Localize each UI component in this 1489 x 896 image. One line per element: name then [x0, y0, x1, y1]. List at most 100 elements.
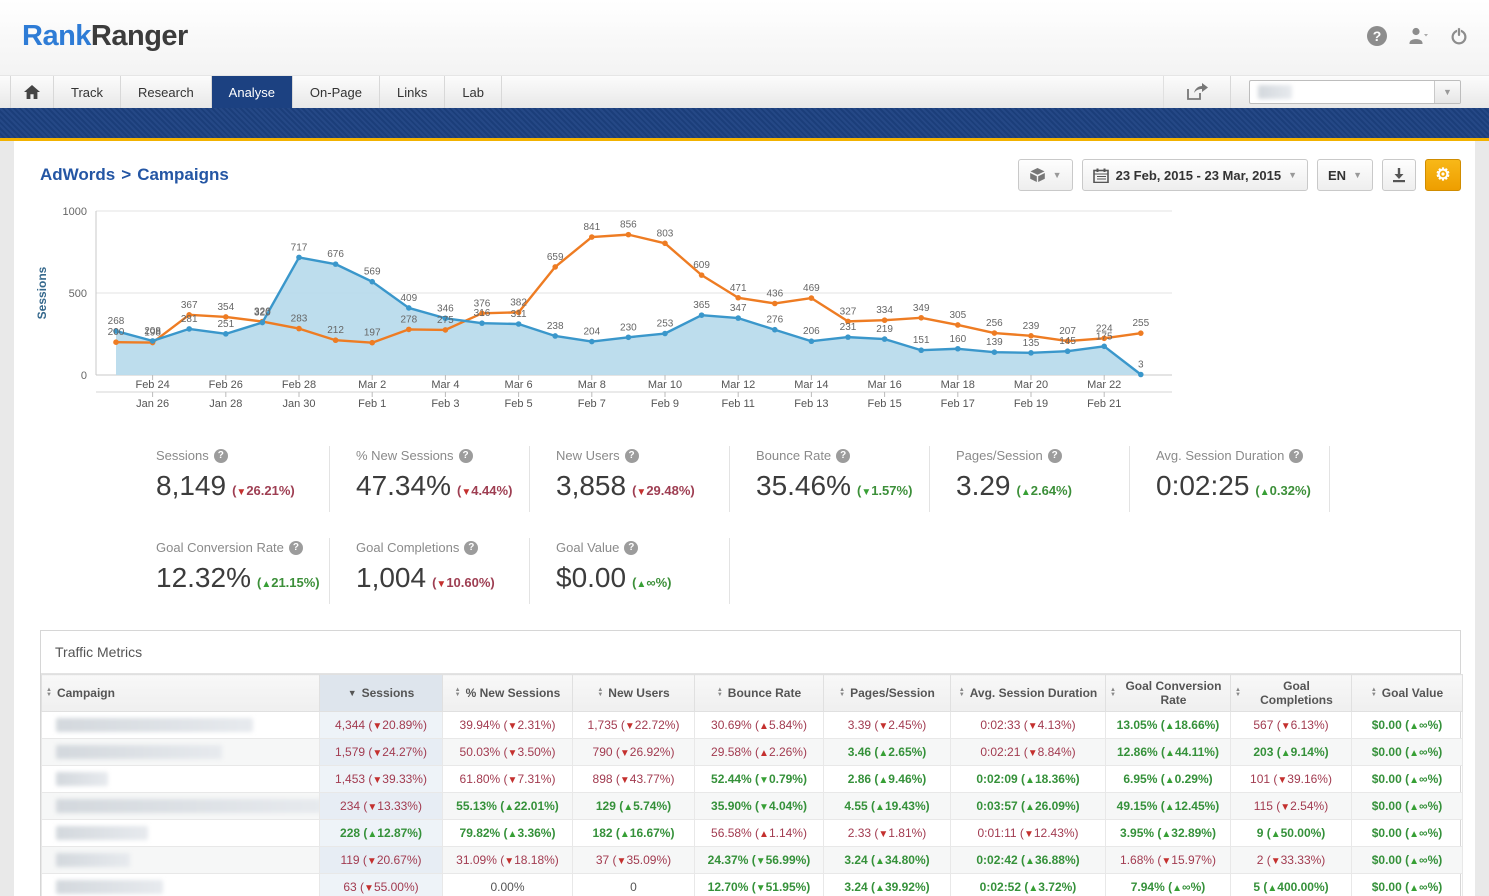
data-label: 436 [766, 288, 783, 299]
svg-text:Jan 30: Jan 30 [282, 398, 315, 410]
kpi-value: $0.00(▲∞%) [556, 562, 729, 594]
tab-on-page[interactable]: On-Page [293, 76, 380, 108]
tab-links[interactable]: Links [380, 76, 445, 108]
metric-cell: 9 (▲50.00%) [1231, 820, 1352, 847]
tab-research[interactable]: Research [121, 76, 212, 108]
kpi-label: Pages/Session? [956, 448, 1129, 463]
data-label: 3 [1138, 360, 1144, 371]
logout-button[interactable] [1449, 26, 1469, 46]
metric-cell: 12.70% (▼51.95%) [695, 874, 824, 896]
column-header-sessions[interactable]: ▼Sessions [320, 675, 443, 712]
data-label: 204 [583, 327, 600, 338]
metric-cell: 50.03% (▼3.50%) [443, 739, 573, 766]
column-header-goal-value[interactable]: ▲▼Goal Value [1352, 675, 1463, 712]
metric-cell: 1,735 (▼22.72%) [573, 712, 695, 739]
campaign-cell[interactable] [42, 874, 320, 896]
metric-cell: 3.24 (▲39.92%) [824, 874, 951, 896]
metric-cell: 24.37% (▼56.99%) [695, 847, 824, 874]
date-range-picker[interactable]: 23 Feb, 2015 - 23 Mar, 2015 ▼ [1082, 159, 1308, 191]
svg-text:Mar 8: Mar 8 [578, 379, 606, 391]
redacted-campaign-name [56, 826, 148, 840]
top-header: RankRanger ? [0, 0, 1489, 76]
data-label: 224 [1096, 323, 1113, 334]
help-icon[interactable]: ? [459, 449, 473, 463]
select-caret[interactable]: ▼ [1434, 81, 1460, 103]
help-icon[interactable]: ? [1367, 26, 1387, 46]
data-label: 281 [181, 314, 198, 325]
help-icon[interactable]: ? [836, 449, 850, 463]
metric-cell: 115 (▼2.54%) [1231, 793, 1352, 820]
data-label: 278 [400, 314, 417, 325]
help-icon[interactable]: ? [464, 541, 478, 555]
svg-text:Feb 5: Feb 5 [505, 398, 533, 410]
kpi-pages-session: Pages/Session? 3.29(▲2.64%) [930, 446, 1130, 512]
kpi-summary: Sessions?8,149(▼26.21%)% New Sessions?47… [28, 420, 1461, 604]
svg-text:Mar 2: Mar 2 [358, 379, 386, 391]
svg-text:Feb 3: Feb 3 [431, 398, 459, 410]
column-header-campaign[interactable]: ▲▼Campaign [42, 675, 320, 712]
help-icon[interactable]: ? [625, 449, 639, 463]
language-select[interactable]: EN ▼ [1317, 159, 1373, 191]
kpi-delta: (▲0.32%) [1255, 483, 1310, 498]
data-label: 239 [1023, 321, 1040, 332]
metric-cell: 7.94% (▲∞%) [1106, 874, 1231, 896]
column-header-avg-session-duration[interactable]: ▲▼Avg. Session Duration [951, 675, 1106, 712]
data-label: 349 [913, 303, 930, 314]
help-icon[interactable]: ? [1289, 449, 1303, 463]
campaign-cell[interactable] [42, 793, 320, 820]
data-label: 856 [620, 220, 637, 231]
metric-cell: 129 (▲5.74%) [573, 793, 695, 820]
breadcrumb-separator: > [115, 165, 137, 184]
kpi-value: 1,004(▼10.60%) [356, 562, 529, 594]
tab-track[interactable]: Track [54, 76, 121, 108]
metric-cell: 30.69% (▲5.84%) [695, 712, 824, 739]
column-header-new-users[interactable]: ▲▼New Users [573, 675, 695, 712]
column-header-goal-conversion-rate[interactable]: ▲▼Goal Conversion Rate [1106, 675, 1231, 712]
settings-button[interactable]: ⚙ [1425, 159, 1461, 191]
campaign-cell[interactable] [42, 847, 320, 874]
kpi-delta: (▲2.64%) [1017, 483, 1072, 498]
campaign-cell[interactable] [42, 820, 320, 847]
help-icon[interactable]: ? [289, 541, 303, 555]
nav-home[interactable] [10, 76, 54, 108]
rankranger-logo[interactable]: RankRanger [22, 20, 188, 53]
breadcrumb-campaigns[interactable]: Campaigns [137, 165, 229, 184]
column-header-pages-session[interactable]: ▲▼Pages/Session [824, 675, 951, 712]
metric-cell: 898 (▼43.77%) [573, 766, 695, 793]
campaign-cell[interactable] [42, 739, 320, 766]
campaign-cell[interactable] [42, 766, 320, 793]
data-label: 347 [730, 303, 747, 314]
sort-icon: ▲▼ [959, 688, 965, 698]
content-card: AdWords>Campaigns ▼ 23 Feb, 2015 - 23 Ma [14, 141, 1475, 896]
metric-cell: 790 (▼26.92%) [573, 739, 695, 766]
data-label: 197 [364, 328, 381, 339]
tab-lab[interactable]: Lab [445, 76, 502, 108]
share-button[interactable] [1163, 76, 1231, 108]
kpi-goal-value: Goal Value?$0.00(▲∞%) [530, 538, 730, 604]
help-icon[interactable]: ? [214, 449, 228, 463]
column-header-new-sessions[interactable]: ▲▼% New Sessions [443, 675, 573, 712]
data-label: 251 [217, 319, 234, 330]
redacted-profile-name [1258, 85, 1292, 99]
metric-cell: 39.94% (▼2.31%) [443, 712, 573, 739]
metric-cell: 101 (▼39.16%) [1231, 766, 1352, 793]
column-header-goal-completions[interactable]: ▲▼Goal Completions [1231, 675, 1352, 712]
profile-select[interactable]: ▼ [1249, 80, 1461, 104]
tab-analyse[interactable]: Analyse [212, 76, 293, 108]
chevron-down-icon: ▼ [1443, 88, 1452, 97]
download-button[interactable] [1382, 159, 1416, 191]
report-type-button[interactable]: ▼ [1018, 159, 1073, 191]
column-header-bounce-rate[interactable]: ▲▼Bounce Rate [695, 675, 824, 712]
svg-text:Mar 14: Mar 14 [794, 379, 828, 391]
data-label: 206 [803, 326, 820, 337]
user-menu[interactable] [1407, 26, 1429, 46]
metric-cell: 0:02:33 (▼4.13%) [951, 712, 1106, 739]
data-label: 327 [840, 306, 857, 317]
campaign-cell[interactable] [42, 712, 320, 739]
metric-cell: 0 [573, 874, 695, 896]
help-icon[interactable]: ? [1048, 449, 1062, 463]
breadcrumb-adwords[interactable]: AdWords [40, 165, 115, 184]
redacted-campaign-name [56, 745, 222, 759]
kpi-value: 3.29(▲2.64%) [956, 470, 1129, 502]
help-icon[interactable]: ? [624, 541, 638, 555]
